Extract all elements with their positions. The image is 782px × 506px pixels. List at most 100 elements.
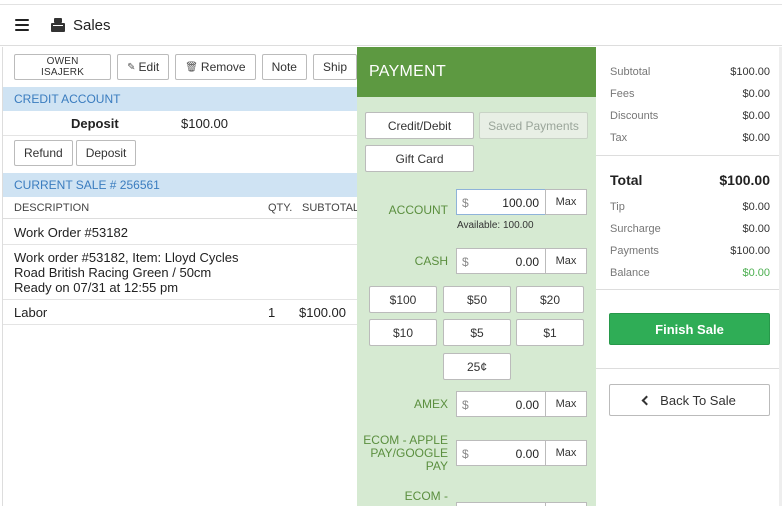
summary-value: $0.00: [742, 88, 770, 100]
gift-card-button[interactable]: Gift Card: [365, 145, 474, 172]
summary-divider: [596, 155, 782, 156]
row-description: Labor: [14, 305, 48, 320]
cash-label: CASH: [414, 254, 448, 268]
amex-label: AMEX: [413, 397, 448, 411]
cash-20-button[interactable]: $20: [516, 286, 584, 313]
summary-value: $0.00: [742, 267, 770, 279]
page-title: Sales: [73, 16, 111, 34]
cash-10-button[interactable]: $10: [369, 319, 437, 346]
refund-button[interactable]: Refund: [14, 140, 73, 166]
currency-symbol: $: [462, 196, 469, 210]
back-to-sale-button[interactable]: Back To Sale: [609, 384, 770, 416]
summary-value: $0.00: [742, 201, 770, 213]
payment-panel: PAYMENT Credit/Debit Saved Payments Gift…: [357, 47, 596, 506]
cash-amount-value: 0.00: [515, 255, 539, 269]
currency-symbol: $: [462, 255, 469, 269]
top-bar: Sales: [0, 4, 782, 46]
deposit-button[interactable]: Deposit: [75, 140, 137, 166]
summary-fees: Fees $0.00: [610, 88, 770, 100]
summary-value: $0.00: [742, 132, 770, 144]
summary-balance: Balance $0.00: [610, 267, 770, 279]
cash-50-button[interactable]: $50: [443, 286, 511, 313]
edit-button[interactable]: ✎ Edit: [117, 54, 170, 80]
summary-divider: [596, 289, 782, 290]
account-label: ACCOUNT: [388, 203, 448, 217]
cash-register-icon: [51, 18, 65, 32]
deposit-row: Deposit $100.00: [3, 110, 358, 136]
summary-subtotal: Subtotal $100.00: [610, 66, 770, 78]
row-qty: 1: [268, 305, 276, 320]
summary-label: Balance: [610, 267, 650, 279]
summary-label: Tax: [610, 132, 628, 144]
cash-amount-input[interactable]: $ 0.00: [456, 248, 546, 274]
summary-value: $100.00: [730, 245, 770, 257]
saved-payments-button[interactable]: Saved Payments: [479, 112, 588, 139]
chevron-left-icon: [641, 395, 652, 405]
sale-table-header: DESCRIPTION QTY. SUBTOTAL: [3, 197, 360, 219]
column-qty: QTY.: [268, 202, 293, 214]
summary-payments: Payments $100.00: [610, 245, 770, 257]
customer-button[interactable]: OWEN ISAJERK: [14, 54, 112, 80]
summary-label: Fees: [610, 88, 635, 100]
column-description: DESCRIPTION: [14, 202, 90, 214]
ecom-apple-label: ECOM - APPLE PAY/GOOGLE PAY: [363, 434, 448, 473]
amex-max-button[interactable]: Max: [545, 391, 587, 417]
summary-label: Total: [610, 172, 643, 188]
cash-1-button[interactable]: $1: [516, 319, 584, 346]
summary-divider: [596, 368, 782, 369]
credit-actions: Refund Deposit: [14, 140, 137, 166]
cash-25c-button[interactable]: 25¢: [443, 353, 511, 380]
back-to-sale-label: Back To Sale: [660, 392, 736, 408]
summary-value: $0.00: [742, 110, 770, 122]
summary-label: Discounts: [610, 110, 659, 122]
ecom-next-max-button[interactable]: [545, 502, 587, 506]
currency-symbol: $: [462, 398, 469, 412]
summary-value: $100.00: [719, 172, 770, 188]
row-description-line: Work order #53182, Item: Lloyd Cycles: [14, 250, 239, 265]
ecom-apple-amount-input[interactable]: $ 0.00: [456, 440, 546, 466]
remove-button[interactable]: 🗑 Remove: [175, 54, 256, 80]
summary-discounts: Discounts $0.00: [610, 110, 770, 122]
finish-sale-button[interactable]: Finish Sale: [609, 313, 770, 345]
summary-value: $0.00: [742, 223, 770, 235]
customer-toolbar: OWEN ISAJERK ✎ Edit 🗑 Remove Note Ship: [14, 54, 357, 80]
column-subtotal: SUBTOTAL: [302, 202, 360, 214]
ecom-apple-max-button[interactable]: Max: [545, 440, 587, 466]
cash-100-button[interactable]: $100: [369, 286, 437, 313]
summary-label: Subtotal: [610, 66, 651, 78]
pencil-icon: ✎: [127, 61, 136, 73]
account-max-button[interactable]: Max: [545, 189, 587, 215]
trash-icon: 🗑: [185, 61, 198, 73]
cash-5-button[interactable]: $5: [443, 319, 511, 346]
remove-label: Remove: [200, 60, 246, 74]
ecom-next-label: ECOM -: [404, 489, 448, 503]
summary-label: Tip: [610, 201, 625, 213]
sale-panel: OWEN ISAJERK ✎ Edit 🗑 Remove Note Ship CRE…: [2, 47, 360, 506]
payment-header: PAYMENT: [357, 47, 596, 97]
credit-debit-button[interactable]: Credit/Debit: [365, 112, 474, 139]
hamburger-icon[interactable]: [15, 19, 29, 31]
edit-label: Edit: [138, 60, 160, 74]
ecom-apple-amount-value: 0.00: [515, 447, 539, 461]
table-row[interactable]: Work order #53182, Item: Lloyd Cycles Ro…: [3, 245, 358, 300]
note-button[interactable]: Note: [261, 54, 307, 80]
account-amount-input[interactable]: $ 100.00: [456, 189, 546, 215]
table-row[interactable]: Labor 1 $100.00: [3, 300, 358, 325]
row-subtotal: $100.00: [299, 305, 346, 320]
summary-label: Payments: [610, 245, 659, 257]
currency-symbol: $: [462, 447, 469, 461]
current-sale-header: CURRENT SALE # 256561: [3, 173, 358, 197]
amex-amount-input[interactable]: $ 0.00: [456, 391, 546, 417]
ship-button[interactable]: Ship: [312, 54, 357, 80]
row-description-line: Ready on 07/31 at 12:55 pm: [14, 280, 179, 295]
cash-max-button[interactable]: Max: [545, 248, 587, 274]
amex-amount-value: 0.00: [515, 398, 539, 412]
summary-tip: Tip $0.00: [610, 201, 770, 213]
row-description: Work Order #53182: [14, 225, 128, 240]
summary-tax: Tax $0.00: [610, 132, 770, 144]
deposit-value: $100.00: [181, 116, 228, 131]
account-amount-value: 100.00: [502, 196, 539, 210]
table-row[interactable]: Work Order #53182: [3, 220, 358, 245]
summary-surcharge: Surcharge $0.00: [610, 223, 770, 235]
ecom-next-amount-input[interactable]: [456, 502, 546, 506]
